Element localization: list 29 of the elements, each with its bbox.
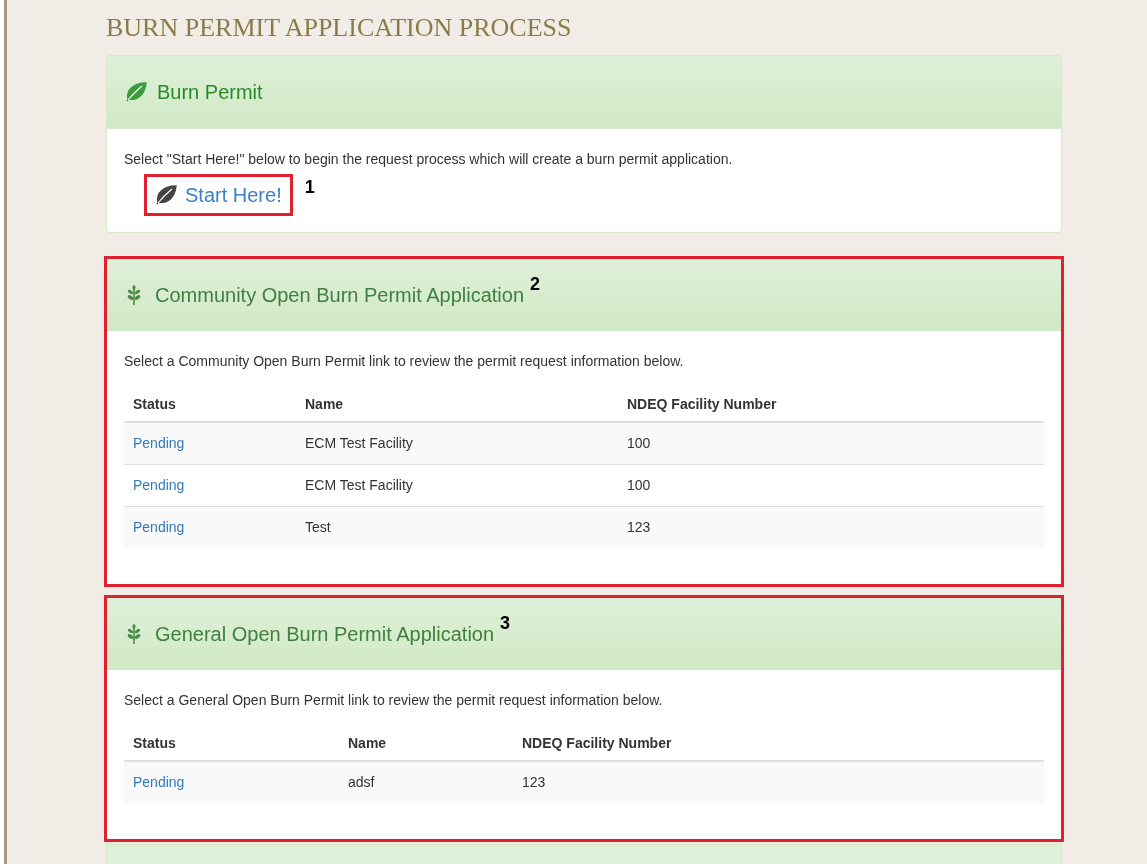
- page-title: BURN PERMIT APPLICATION PROCESS: [106, 12, 573, 44]
- column-header: Name: [348, 735, 387, 751]
- table-cell: adsf: [348, 774, 375, 790]
- panel-title: Community Open Burn Permit Application: [155, 283, 525, 308]
- table-cell: ECM Test Facility: [305, 434, 413, 451]
- status-link[interactable]: Pending: [133, 774, 185, 790]
- callout-number: 2: [530, 272, 541, 296]
- column-header: Name: [305, 396, 344, 412]
- status-link[interactable]: Pending: [133, 518, 185, 535]
- panel-title: General Open Burn Permit Application: [155, 622, 495, 647]
- column-header: Status: [133, 396, 176, 412]
- status-link[interactable]: Pending: [133, 476, 185, 493]
- column-header: NDEQ Facility Number: [522, 735, 672, 751]
- column-header: Status: [133, 735, 176, 751]
- table-cell: 100: [627, 476, 651, 493]
- panel-title: Burn Permit: [157, 80, 263, 105]
- start-link[interactable]: Start Here!: [144, 174, 293, 216]
- table-cell: Test: [305, 518, 331, 535]
- table-cell: 123: [627, 518, 651, 535]
- instruction-text: Select a General Open Burn Permit link to review the permit request information below.: [124, 691, 664, 710]
- column-header: NDEQ Facility Number: [627, 396, 777, 412]
- table-cell: 123: [522, 774, 546, 790]
- status-link[interactable]: Pending: [133, 434, 185, 451]
- table-cell: ECM Test Facility: [305, 476, 413, 493]
- callout-number: 1: [304, 176, 315, 199]
- instruction-text: Select a Community Open Burn Permit link to review the permit request information below.: [124, 352, 685, 371]
- callout-number: 3: [500, 611, 511, 635]
- instruction-text: Select "Start Here!" below to begin the request process which will create a burn permit application.: [124, 150, 734, 169]
- table-cell: 100: [627, 434, 651, 451]
